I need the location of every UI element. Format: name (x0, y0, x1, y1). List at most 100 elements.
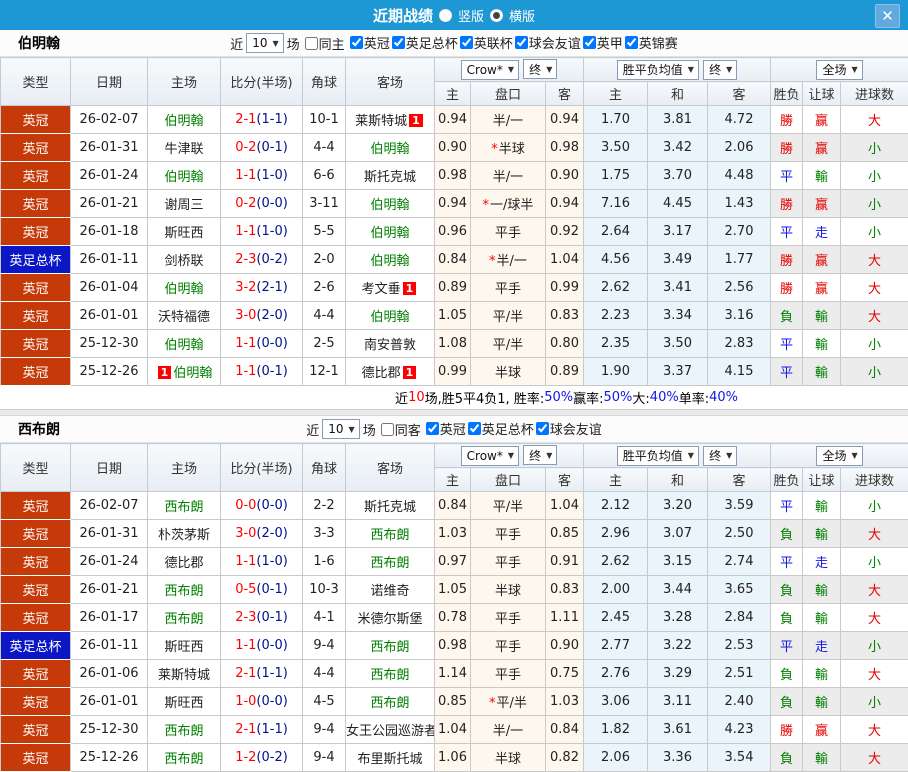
league-checkbox[interactable]: 英锦赛 (623, 33, 678, 52)
match-row: 英冠26-01-18斯旺西1-1(1-0)5-5伯明翰0.96平手0.922.6… (1, 218, 908, 246)
avg-group-header: 胜平负均值 终 (584, 444, 771, 468)
handicap-name: 平手 (495, 528, 521, 543)
match-count-select[interactable]: 10 (246, 33, 283, 53)
match-type: 英足总杯 (1, 246, 71, 274)
handicap-line: 平手 (471, 218, 546, 246)
league-checkbox[interactable]: 英甲 (581, 33, 623, 52)
odds-home: 1.04 (435, 716, 471, 744)
home-team-name: 沃特福德 (158, 310, 210, 325)
handicap-line: 半/一 (471, 106, 546, 134)
handicap-name: 半球 (495, 752, 521, 767)
odds-company-select[interactable]: Crow* (461, 446, 519, 466)
red-card-badge: 1 (158, 366, 172, 379)
result-handicap: 輸 (803, 576, 841, 604)
wdl-average-select[interactable]: 胜平负均值 (617, 60, 699, 80)
league-filter-checkboxes: 英冠英足总杯球会友谊 (424, 419, 602, 439)
avg-away: 2.53 (708, 632, 771, 660)
fulltime-score: 2-1 (235, 666, 256, 681)
odds-away: 1.04 (546, 492, 584, 520)
odds-final-select[interactable]: 终 (523, 445, 557, 465)
halftime-score: (0-1) (256, 364, 287, 379)
score: 0-0(0-0) (221, 492, 303, 520)
same-venue-checkbox[interactable]: 同主 (303, 34, 345, 53)
handicap-line: 平手 (471, 520, 546, 548)
close-icon[interactable] (875, 4, 900, 28)
result-goals: 小 (841, 134, 908, 162)
result-goals: 小 (841, 162, 908, 190)
handicap-star: * (489, 254, 496, 269)
horizontal-layout-label[interactable]: 横版 (509, 6, 535, 25)
same-venue-checkbox-input[interactable] (305, 37, 318, 50)
halftime-score: (0-2) (256, 750, 287, 765)
vertical-layout-radio[interactable] (439, 9, 452, 22)
league-checkbox[interactable]: 球会友谊 (513, 33, 581, 52)
home-team: 伯明翰 (148, 106, 221, 134)
match-row: 英冠25-12-30伯明翰1-1(0-0)2-5南安普敦1.08平/半0.802… (1, 330, 908, 358)
result-handicap: 輸 (803, 492, 841, 520)
league-checkbox[interactable]: 英冠 (424, 419, 466, 438)
avg-away: 2.40 (708, 688, 771, 716)
handicap-name: 平手 (495, 282, 521, 297)
vertical-layout-label[interactable]: 竖版 (458, 6, 484, 25)
col-avg-draw: 和 (648, 468, 708, 492)
league-checkbox[interactable]: 英联杯 (458, 33, 513, 52)
result-goals: 小 (841, 358, 908, 386)
match-date: 26-01-01 (71, 302, 148, 330)
handicap-name: 半/一 (497, 254, 527, 269)
match-count-select[interactable]: 10 (322, 419, 359, 439)
away-team: 伯明翰 (346, 190, 435, 218)
score: 3-2(2-1) (221, 274, 303, 302)
match-row: 英冠26-01-06莱斯特城2-1(1-1)4-4西布朗1.14平手0.752.… (1, 660, 908, 688)
league-checkbox-input[interactable] (350, 36, 363, 49)
scope-group-header: 全场 (771, 444, 908, 468)
league-checkbox-input[interactable] (392, 36, 405, 49)
corners: 4-4 (303, 660, 346, 688)
league-checkbox-input[interactable] (426, 422, 439, 435)
odds-home: 0.78 (435, 604, 471, 632)
league-checkbox-input[interactable] (583, 36, 596, 49)
col-date: 日期 (71, 444, 148, 492)
home-team-name: 牛津联 (164, 142, 203, 157)
avg-home: 4.56 (584, 246, 648, 274)
handicap-line: 半球 (471, 358, 546, 386)
league-checkbox-input[interactable] (536, 422, 549, 435)
avg-final-select[interactable]: 终 (703, 446, 737, 466)
odds-company-select[interactable]: Crow* (461, 60, 519, 80)
league-checkbox-input[interactable] (515, 36, 528, 49)
summary-segment: 场,胜5平4负1, 胜率: (425, 388, 545, 407)
avg-away: 3.54 (708, 744, 771, 772)
league-checkbox[interactable]: 英足总杯 (390, 33, 458, 52)
away-team: 斯托克城 (346, 162, 435, 190)
corners: 10-1 (303, 106, 346, 134)
summary-segment: 大: (632, 388, 649, 407)
league-checkbox-input[interactable] (468, 422, 481, 435)
home-team-name: 莱斯特城 (158, 668, 210, 683)
league-checkbox-input[interactable] (460, 36, 473, 49)
league-checkbox[interactable]: 球会友谊 (534, 419, 602, 438)
halftime-score: (1-1) (256, 112, 287, 127)
odds-home: 0.94 (435, 106, 471, 134)
col-odds-home: 主 (435, 82, 471, 106)
dialog-title: 近期战绩 (373, 5, 433, 26)
match-date: 26-01-21 (71, 190, 148, 218)
wdl-average-select[interactable]: 胜平负均值 (617, 446, 699, 466)
league-checkbox[interactable]: 英足总杯 (466, 419, 534, 438)
avg-draw: 3.07 (648, 520, 708, 548)
handicap-line: *平/半 (471, 688, 546, 716)
same-venue-checkbox[interactable]: 同客 (379, 420, 421, 439)
league-checkbox-input[interactable] (625, 36, 638, 49)
avg-final-select[interactable]: 终 (703, 60, 737, 80)
full-match-select[interactable]: 全场 (816, 60, 862, 80)
league-checkbox[interactable]: 英冠 (348, 33, 390, 52)
same-venue-checkbox-input[interactable] (381, 423, 394, 436)
horizontal-layout-radio[interactable] (490, 9, 503, 22)
result-goals: 大 (841, 274, 908, 302)
match-type: 英冠 (1, 548, 71, 576)
full-match-select[interactable]: 全场 (816, 446, 862, 466)
handicap-name: 平手 (495, 556, 521, 571)
corners: 2-6 (303, 274, 346, 302)
halftime-score: (0-0) (256, 638, 287, 653)
result-wdl: 負 (771, 660, 803, 688)
away-team-name: 伯明翰 (370, 254, 409, 269)
odds-final-select[interactable]: 终 (523, 59, 557, 79)
